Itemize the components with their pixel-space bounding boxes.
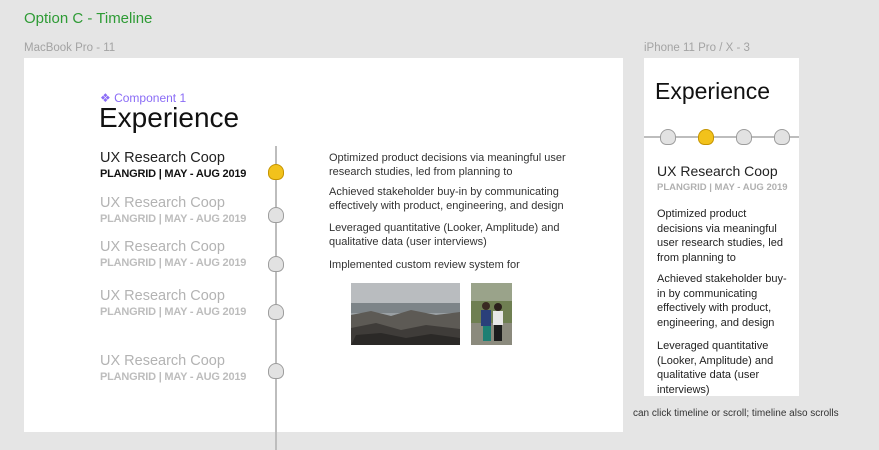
people-photo: [471, 283, 512, 345]
mobile-description-bullet: Optimized product decisions via meaningf…: [657, 208, 783, 264]
job-title: UX Research Coop: [100, 353, 225, 369]
mobile-description-bullet: Leveraged quantitative (Looker, Amplitud…: [657, 340, 774, 396]
duck-icon[interactable]: [268, 363, 284, 379]
job-subtitle: PLANGRID | MAY - AUG 2019: [100, 306, 247, 318]
description-bullet: Optimized product decisions via meaningf…: [329, 152, 566, 178]
mobile-experience-heading: Experience: [655, 78, 771, 104]
job-subtitle: PLANGRID | MAY - AUG 2019: [100, 168, 247, 180]
job-title: UX Research Coop: [100, 195, 225, 211]
mobile-frame: Experience UX Research Coop PLANGRID | M…: [644, 58, 799, 396]
description-bullet: Leveraged quantitative (Looker, Amplitud…: [329, 222, 560, 248]
duck-icon[interactable]: [736, 129, 752, 145]
option-title: Option C - Timeline: [24, 10, 153, 27]
duck-icon[interactable]: [268, 164, 284, 180]
description-bullet: Implemented custom review system for: [329, 259, 520, 271]
desktop-frame: ❖ Component 1 Experience UX Research Coo…: [24, 58, 623, 450]
job-title: UX Research Coop: [100, 239, 225, 255]
duck-icon[interactable]: [660, 129, 676, 145]
duck-icon[interactable]: [698, 129, 714, 145]
desktop-frame-label: MacBook Pro - 11: [24, 42, 116, 54]
job-item[interactable]: UX Research Coop PLANGRID | MAY - AUG 20…: [100, 239, 246, 270]
duck-icon[interactable]: [774, 129, 790, 145]
annotation-note: can click timeline or scroll; timeline a…: [633, 408, 839, 419]
timeline-line[interactable]: [275, 146, 277, 450]
job-subtitle: PLANGRID | MAY - AUG 2019: [100, 213, 247, 225]
job-subtitle: PLANGRID | MAY - AUG 2019: [100, 257, 247, 269]
job-title: UX Research Coop: [100, 288, 225, 304]
job-item[interactable]: UX Research Coop PLANGRID | MAY - AUG 20…: [100, 195, 246, 226]
duck-icon[interactable]: [268, 207, 284, 223]
mobile-job-subtitle: PLANGRID | MAY - AUG 2019: [657, 182, 788, 193]
description-bullet: Achieved stakeholder buy-in by communica…: [329, 186, 564, 212]
job-title: UX Research Coop: [100, 150, 225, 166]
coastline-photo: [351, 283, 460, 345]
job-item[interactable]: UX Research Coop PLANGRID | MAY - AUG 20…: [100, 288, 246, 319]
experience-heading: Experience: [99, 102, 240, 133]
job-item[interactable]: UX Research Coop PLANGRID | MAY - AUG 20…: [100, 150, 246, 181]
job-subtitle: PLANGRID | MAY - AUG 2019: [100, 371, 247, 383]
duck-icon[interactable]: [268, 256, 284, 272]
duck-icon[interactable]: [268, 304, 284, 320]
mobile-frame-label: iPhone 11 Pro / X - 3: [644, 42, 750, 54]
mobile-job-title: UX Research Coop: [657, 163, 778, 179]
job-item[interactable]: UX Research Coop PLANGRID | MAY - AUG 20…: [100, 353, 246, 384]
mobile-description-bullet: Achieved stakeholder buy-in by communica…: [657, 273, 787, 329]
